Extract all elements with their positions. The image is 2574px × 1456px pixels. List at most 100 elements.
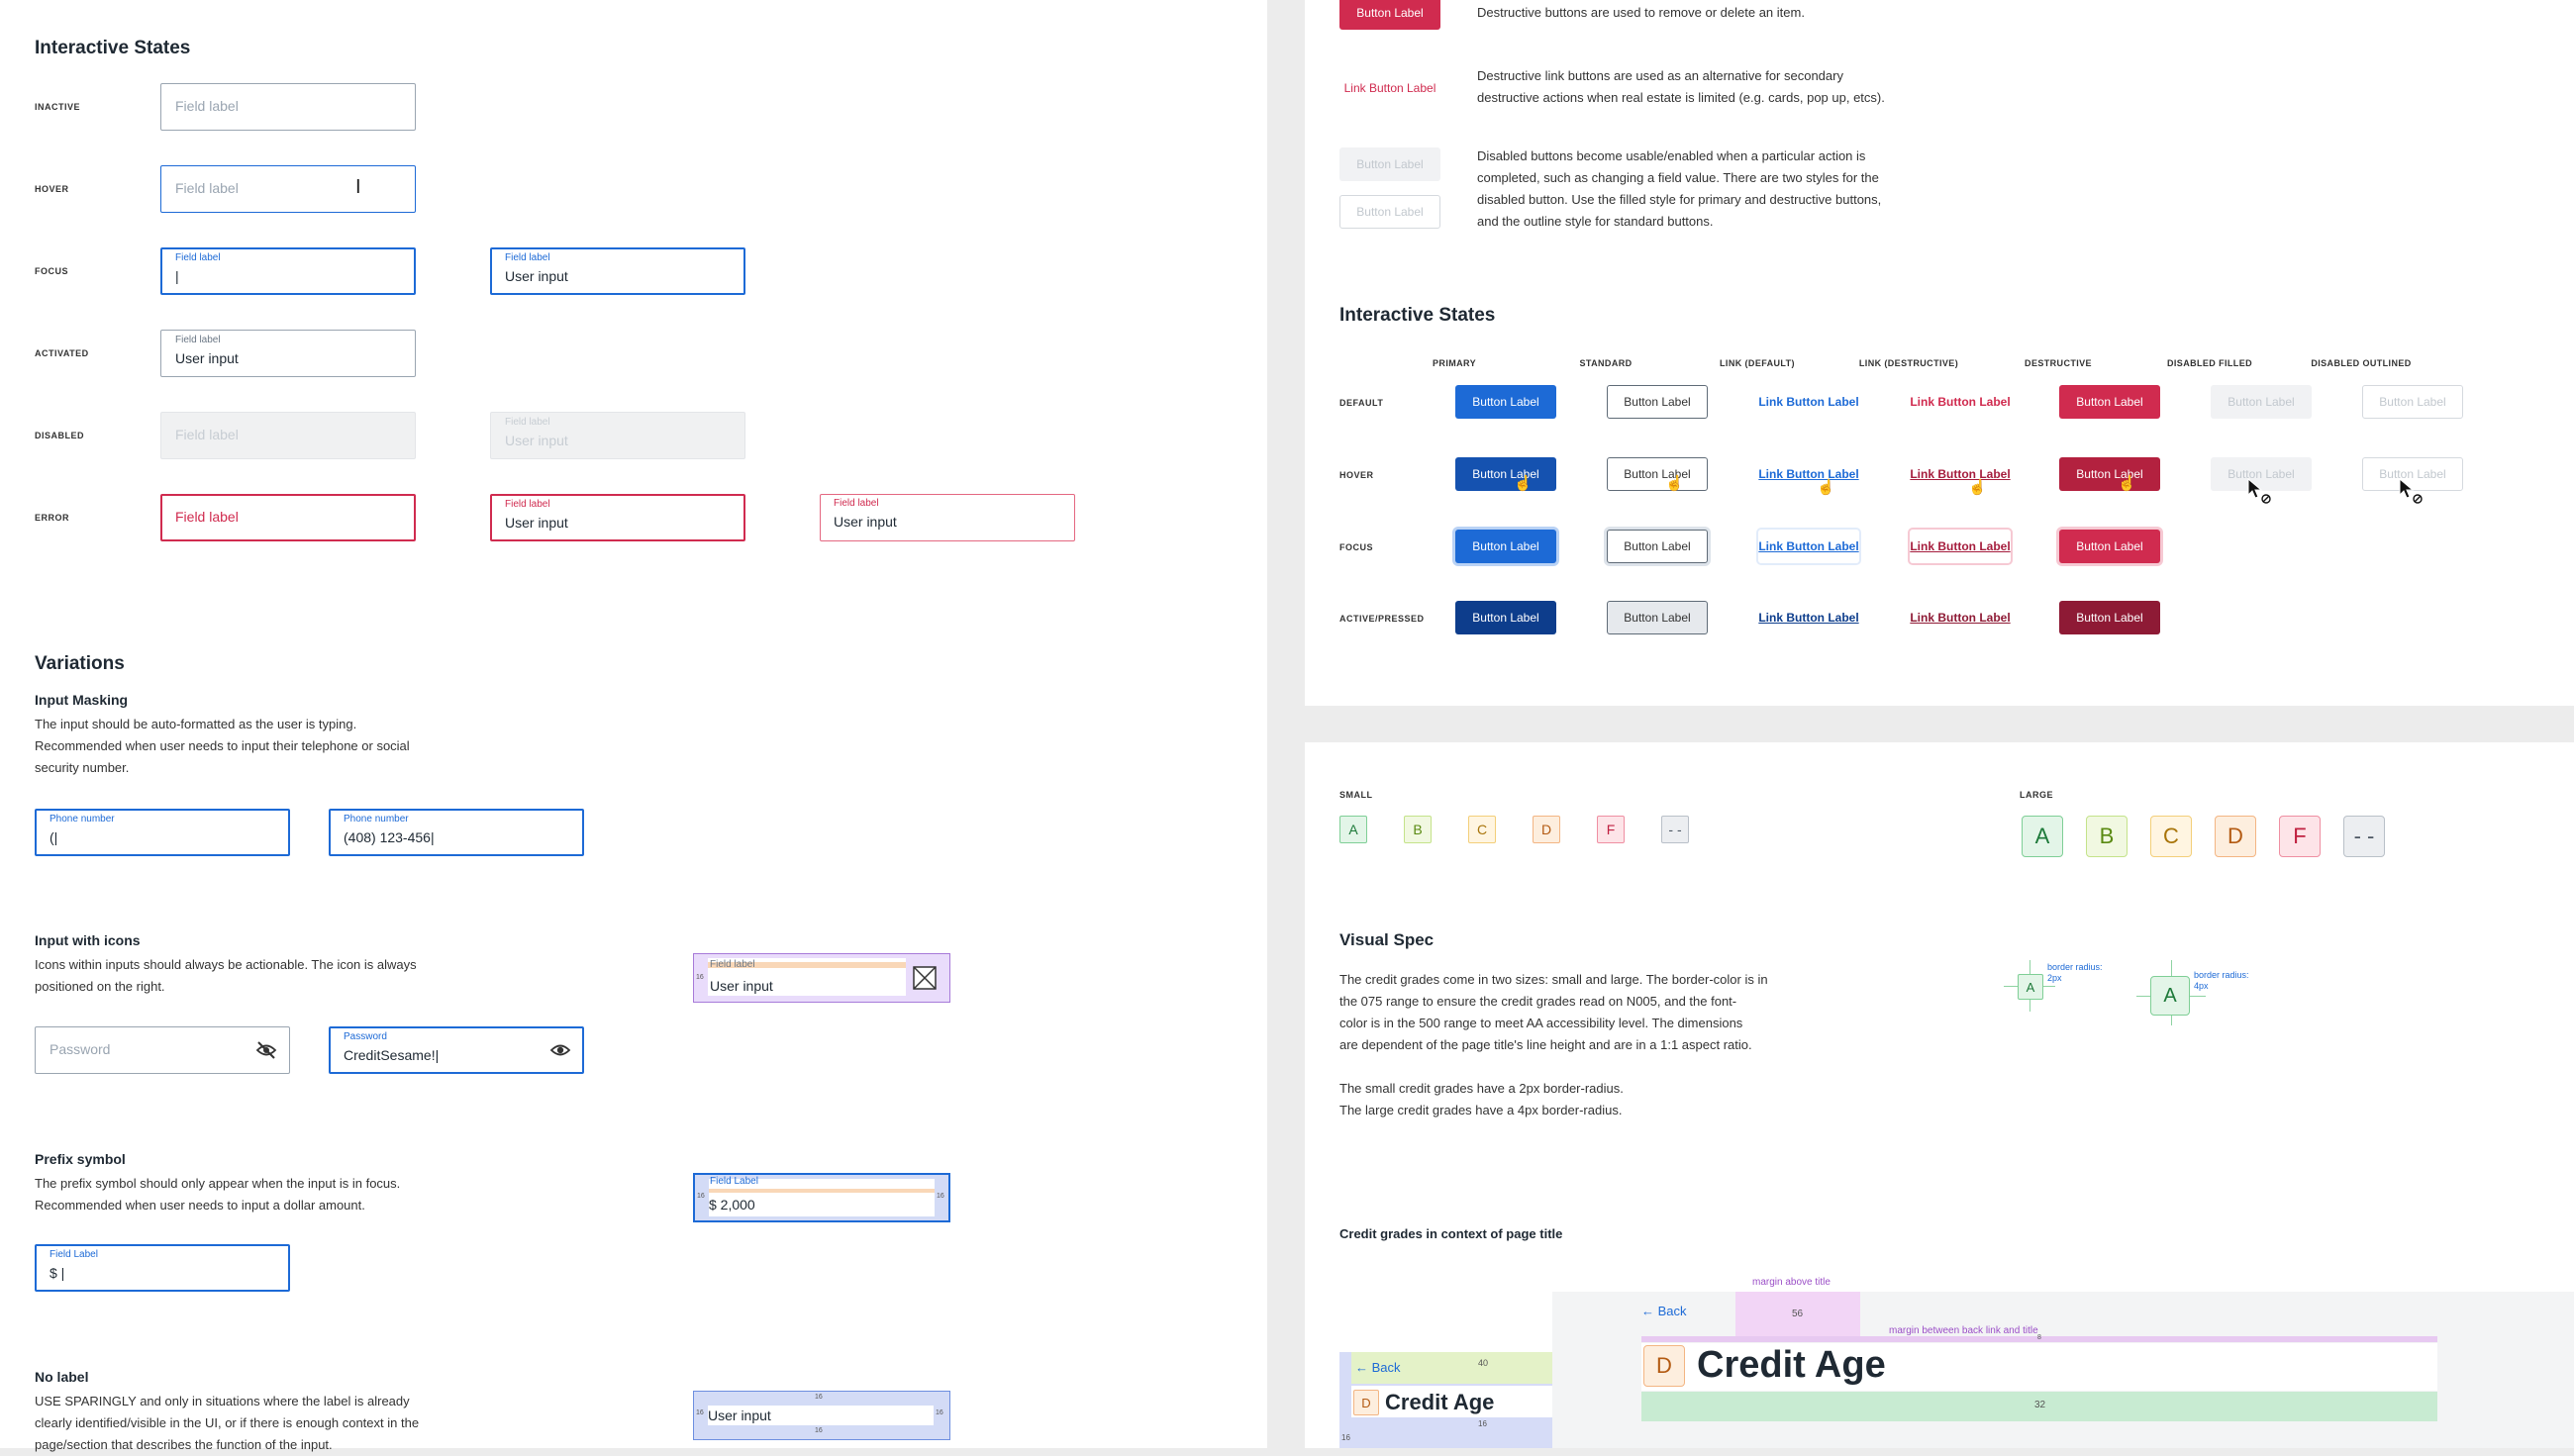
standard-button-focus[interactable]: Button Label — [1607, 530, 1708, 563]
field-value: User input — [505, 433, 568, 448]
row-label-activated: ACTIVATED — [35, 348, 89, 358]
text-field-error-empty[interactable]: Field label — [160, 494, 416, 541]
standard-button-default[interactable]: Button Label — [1607, 385, 1708, 419]
grade-chip-large-f: F — [2279, 816, 2321, 857]
spec-field-label: Field Label — [710, 1176, 758, 1187]
input-icons-desc-1: Icons within inputs should always be act… — [35, 957, 417, 972]
standard-button-active[interactable]: Button Label — [1607, 601, 1708, 634]
disabled-outlined-default: Button Label — [2362, 385, 2463, 419]
spec-field-value: User input — [710, 978, 773, 994]
text-field-focus-filled[interactable]: Field label User input — [490, 247, 745, 295]
text-field-activated[interactable]: Field label User input — [160, 330, 416, 377]
field-label: Field label — [834, 498, 879, 509]
password-field-empty[interactable]: Password — [35, 1026, 290, 1074]
row-hover: HOVER — [1339, 470, 1374, 480]
destructive-button-hover[interactable]: Button Label — [2059, 457, 2160, 491]
link-desc-2: destructive actions when real estate is … — [1477, 90, 1885, 105]
link-button-default[interactable]: Link Button Label — [1758, 385, 1859, 419]
primary-button-hover[interactable]: Button Label — [1455, 457, 1556, 491]
spec-label-band — [709, 1189, 935, 1193]
section-title-variations: Variations — [35, 653, 125, 674]
standard-button-hover[interactable]: Button Label — [1607, 457, 1708, 491]
link-button-active[interactable]: Link Button Label — [1758, 601, 1859, 634]
phone-field-empty[interactable]: Phone number (| — [35, 809, 290, 856]
text-field-focus-empty[interactable]: Field label | — [160, 247, 416, 295]
col-destructive: DESTRUCTIVE — [2025, 358, 2092, 368]
nolabel-desc-1: USE SPARINGLY and only in situations whe… — [35, 1394, 410, 1408]
row-label-hover: HOVER — [35, 184, 69, 194]
field-label: Field label — [175, 252, 221, 263]
spec-line-2: the 075 range to ensure the credit grade… — [1339, 994, 1737, 1009]
text-field-error-filled[interactable]: Field label User input — [820, 494, 1075, 541]
destructive-desc: Destructive buttons are used to remove o… — [1477, 5, 1805, 20]
destructive-button[interactable]: Button Label — [1339, 0, 1440, 30]
nolabel-title: No label — [35, 1369, 89, 1385]
field-placeholder: Password — [50, 1041, 111, 1057]
col-disabled-outlined: DISABLED OUTLINED — [2311, 358, 2412, 368]
spec-line-6: The large credit grades have a 4px borde… — [1339, 1103, 1623, 1117]
hand-cursor-icon: ☝ — [1514, 475, 1533, 492]
spec-padding-left: 16 — [696, 1409, 704, 1416]
input-masking-desc-3: security number. — [35, 760, 130, 775]
link-button-hover[interactable]: Link Button Label — [1758, 457, 1859, 491]
not-allowed-cursor-icon — [2398, 477, 2424, 510]
text-field-disabled-filled: Field label User input — [490, 412, 745, 459]
button-states-title: Interactive States — [1339, 305, 1496, 326]
visual-spec-title: Visual Spec — [1339, 930, 1435, 949]
grade-chip-small-c: C — [1468, 816, 1496, 843]
section-title-interactive-states: Interactive States — [35, 38, 191, 58]
link-desc-1: Destructive link buttons are used as an … — [1477, 68, 1843, 83]
grade-chip-small-a: A — [1339, 816, 1367, 843]
back-link[interactable]: ← Back — [1355, 1360, 1401, 1375]
input-icons-title: Input with icons — [35, 932, 141, 948]
password-field-filled[interactable]: Password CreditSesame!| — [329, 1026, 584, 1074]
spec-padding-left: 16 — [696, 974, 704, 981]
field-label: Password — [344, 1031, 387, 1042]
text-field-error-focus[interactable]: Field label User input — [490, 494, 745, 541]
field-value: User input — [834, 514, 897, 530]
back-link-large[interactable]: ← Back — [1641, 1304, 1687, 1318]
primary-button-focus[interactable]: Button Label — [1455, 530, 1556, 563]
destructive-link-focus[interactable]: Link Button Label — [1910, 530, 2011, 563]
disabled-desc-3: disabled button. Use the filled style fo… — [1477, 192, 1882, 207]
destructive-link-button[interactable]: Link Button Label — [1339, 71, 1440, 105]
text-field-inactive[interactable]: Field label — [160, 83, 416, 131]
input-masking-desc-1: The input should be auto-formatted as th… — [35, 717, 357, 731]
col-link-destructive: LINK (DESTRUCTIVE) — [1858, 358, 1959, 368]
disabled-filled-button: Button Label — [1339, 147, 1440, 181]
field-value: User input — [175, 350, 239, 366]
margin-between-text: margin between back link and title — [1889, 1325, 2038, 1336]
page-title-large: Credit Age — [1697, 1344, 1886, 1386]
input-masking-title: Input Masking — [35, 692, 129, 708]
destructive-button-default[interactable]: Button Label — [2059, 385, 2160, 419]
destructive-link-hover[interactable]: Link Button Label — [1910, 457, 2011, 491]
field-label: Field label — [505, 499, 550, 510]
row-label-disabled: DISABLED — [35, 431, 85, 440]
destructive-button-focus[interactable]: Button Label — [2059, 530, 2160, 563]
text-field-hover[interactable]: Field label I — [160, 165, 416, 213]
destructive-link-active[interactable]: Link Button Label — [1910, 601, 2011, 634]
row-label-focus: FOCUS — [35, 266, 68, 276]
destructive-button-active[interactable]: Button Label — [2059, 601, 2160, 634]
primary-button-active[interactable]: Button Label — [1455, 601, 1556, 634]
left-panel: Interactive States INACTIVE HOVER FOCUS … — [0, 0, 1267, 1452]
grade-chip-small-none: - - — [1661, 816, 1689, 843]
margin-between-note: margin between back link and title — [1889, 1325, 2038, 1336]
buttons-panel: Button Label Destructive buttons are use… — [1305, 0, 2574, 706]
context-title: Credit grades in context of page title — [1339, 1226, 1563, 1241]
eye-icon[interactable] — [549, 1040, 571, 1065]
primary-button-default[interactable]: Button Label — [1455, 385, 1556, 419]
disabled-desc-1: Disabled buttons become usable/enabled w… — [1477, 148, 1866, 163]
spec-padding-bottom: 16 — [815, 1427, 823, 1434]
prefix-field[interactable]: Field Label $ | — [35, 1244, 290, 1292]
text-cursor-icon: I — [355, 176, 361, 198]
phone-field-filled[interactable]: Phone number (408) 123-456| — [329, 809, 584, 856]
spec-num-16-side: 16 — [1341, 1433, 1350, 1442]
destructive-link-default[interactable]: Link Button Label — [1910, 385, 2011, 419]
eye-off-icon[interactable] — [255, 1040, 277, 1065]
grade-chip-large-c: C — [2150, 816, 2192, 857]
link-button-focus[interactable]: Link Button Label — [1758, 530, 1859, 563]
hand-cursor-icon: ☝ — [2118, 475, 2136, 492]
spec-field-label: Field label — [710, 959, 755, 970]
margin-above-note: margin above title — [1752, 1277, 1831, 1288]
